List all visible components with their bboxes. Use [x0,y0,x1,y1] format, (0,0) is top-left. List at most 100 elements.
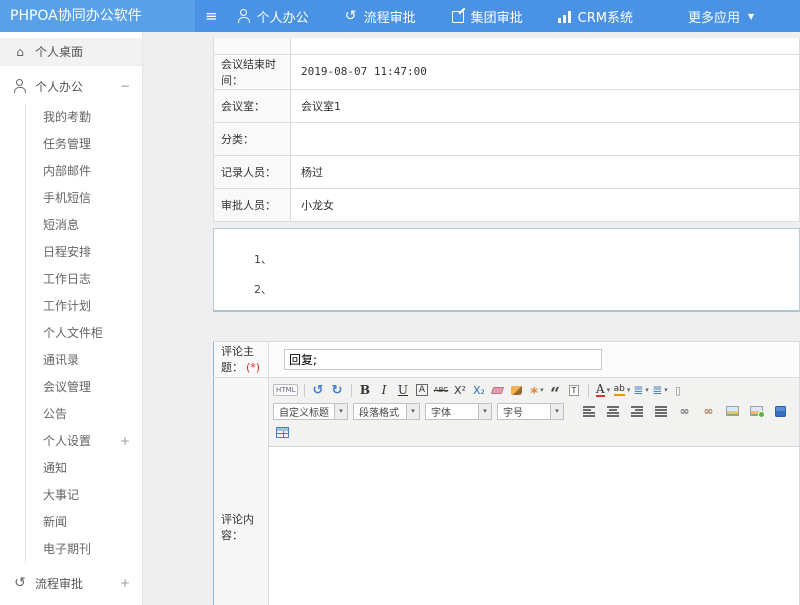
sidebar-item-news[interactable]: 新闻 [26,509,142,536]
field-label: 记录人员： [214,155,291,188]
nav-crm-system[interactable]: CRM系统 [558,7,641,26]
chevron-down-icon: ▾ [550,404,563,419]
top-nav: ≡ 个人办公 ↺ 流程审批 集团审批 [195,0,800,32]
comment-subject-row: 评论主题：(*) [214,341,800,377]
font-color-icon[interactable]: A ▾ [593,381,612,399]
separator[interactable] [351,384,352,397]
paste-text-icon[interactable]: T [565,381,584,399]
collapse-icon: − [120,79,130,93]
sidebar-item-my-attendance[interactable]: 我的考勤 [26,104,142,131]
sidebar-item-work-plan[interactable]: 工作计划 [26,293,142,320]
comment-content-label: 评论内容： [214,377,269,605]
unordered-list-icon[interactable]: ≣ ▾ [650,381,669,399]
chevron-down-icon: ▾ [478,404,491,419]
row-meeting-end-time: 会议结束时间： 2019-08-07 11:47:00 [214,54,800,89]
sidebar-item-contacts[interactable]: 通讯录 [26,347,142,374]
font-size-select[interactable]: 字号 ▾ [497,403,564,420]
expand-icon: + [120,576,130,590]
sidebar-item-internal-mail[interactable]: 内部邮件 [26,158,142,185]
table-icon[interactable] [273,423,292,441]
separator[interactable] [304,384,305,397]
field-value: 杨过 [291,155,800,188]
home-icon: ⌂ [13,45,27,59]
undo-icon[interactable]: ↺ [309,381,328,399]
align-justify-icon[interactable] [651,402,670,420]
font-box-icon[interactable]: A [413,381,432,399]
sidebar-item-meeting-management[interactable]: 会议管理 [26,374,142,401]
nav-group-approval[interactable]: 集团审批 [451,7,531,26]
workflow-icon: ↺ [13,576,27,590]
multi-image-icon[interactable] [747,402,766,420]
underline-icon[interactable]: U [394,381,413,399]
comment-subject-input[interactable] [284,349,602,370]
ordered-list-icon[interactable]: ≣ ▾ [631,381,650,399]
sidebar-item-personal-files[interactable]: 个人文件柜 [26,320,142,347]
media-icon[interactable] [771,402,790,420]
sidebar-item-announcement[interactable]: 公告 [26,401,142,428]
align-right-icon[interactable] [627,402,646,420]
person-icon [13,79,27,93]
italic-icon[interactable]: I [375,381,394,399]
sidebar-group-personal-office[interactable]: 个人办公 − [0,72,142,100]
sidebar-item-notification[interactable]: 通知 [26,455,142,482]
bold-icon[interactable]: B [356,381,375,399]
image-icon[interactable] [723,402,742,420]
sidebar-item-personal-settings[interactable]: 个人设置 + [26,428,142,455]
field-label: 会议结束时间： [214,54,291,89]
row-recorder: 记录人员： 杨过 [214,155,800,188]
subscript-icon[interactable]: X₂ [470,381,489,399]
html-source-button[interactable]: HTML [273,381,300,399]
redo-icon[interactable]: ↻ [328,381,347,399]
topbar: PHPOA协同办公软件 ≡ 个人办公 ↺ 流程审批 集团审批 [0,0,800,32]
main-content: 会议结束时间： 2019-08-07 11:47:00 会议室： 会议室1 分类… [144,32,800,605]
separator[interactable] [588,384,589,397]
comment-form-table: 评论主题：(*) 评论内容： HTML [213,341,800,605]
quick-format-icon[interactable]: * ▾ [527,381,546,399]
nav-personal-office[interactable]: 个人办公 [237,7,317,26]
chevron-down-icon: ▾ [334,404,347,419]
custom-heading-select[interactable]: 自定义标题 ▾ [273,403,348,420]
row-partial [214,38,800,54]
nav-workflow-approval[interactable]: ↺ 流程审批 [344,7,424,26]
sidebar-item-schedule[interactable]: 日程安排 [26,239,142,266]
meeting-content-line: 2、 [254,275,799,305]
highlight-icon[interactable]: ab ▾ [612,381,631,399]
sidebar-item-task-management[interactable]: 任务管理 [26,131,142,158]
field-value: 小龙女 [291,188,800,221]
field-value [291,38,800,54]
strikethrough-icon[interactable]: ABC [432,381,451,399]
field-label: 分类： [214,122,291,155]
sidebar-item-major-events[interactable]: 大事记 [26,482,142,509]
sidebar-item-e-journal[interactable]: 电子期刊 [26,536,142,563]
superscript-icon[interactable]: X² [451,381,470,399]
format-brush-icon[interactable] [508,381,527,399]
editor-content-area[interactable] [269,447,799,605]
meeting-content-box: 1、 2、 [213,228,800,312]
align-center-icon[interactable] [603,402,622,420]
new-page-icon[interactable]: ▯ [669,381,688,399]
blockquote-icon[interactable]: “ [546,381,565,399]
row-meeting-room: 会议室： 会议室1 [214,89,800,122]
hamburger-menu-icon[interactable]: ≡ [205,7,217,25]
nav-more-apps[interactable]: 更多应用 ▼ [668,7,754,26]
unlink-icon[interactable]: ∞ [699,402,718,420]
remove-format-icon[interactable] [489,381,508,399]
field-value: 会议室1 [291,89,800,122]
font-family-select[interactable]: 字体 ▾ [425,403,492,420]
sidebar-item-short-message[interactable]: 短消息 [26,212,142,239]
sidebar: ⌂ 个人桌面 个人办公 − 我的考勤 任务管理 内部邮件 手机短信 [0,32,143,605]
editor-toolbar: HTML ↺ [269,378,799,447]
app-title: PHPOA协同办公软件 [0,0,195,32]
meeting-content-line: 1、 [254,245,799,275]
align-left-icon[interactable] [579,402,598,420]
link-icon[interactable]: ∞ [675,402,694,420]
sidebar-item-personal-desktop[interactable]: ⌂ 个人桌面 [0,38,142,66]
comment-subject-label-cell: 评论主题：(*) [214,341,269,377]
sidebar-item-work-log[interactable]: 工作日志 [26,266,142,293]
sidebar-group-workflow-approval[interactable]: ↺ 流程审批 + [0,569,142,597]
row-category: 分类： [214,122,800,155]
comment-subject-value-cell [269,341,800,377]
sidebar-item-sms[interactable]: 手机短信 [26,185,142,212]
required-mark: (*) [246,361,260,374]
paragraph-format-select[interactable]: 段落格式 ▾ [353,403,420,420]
